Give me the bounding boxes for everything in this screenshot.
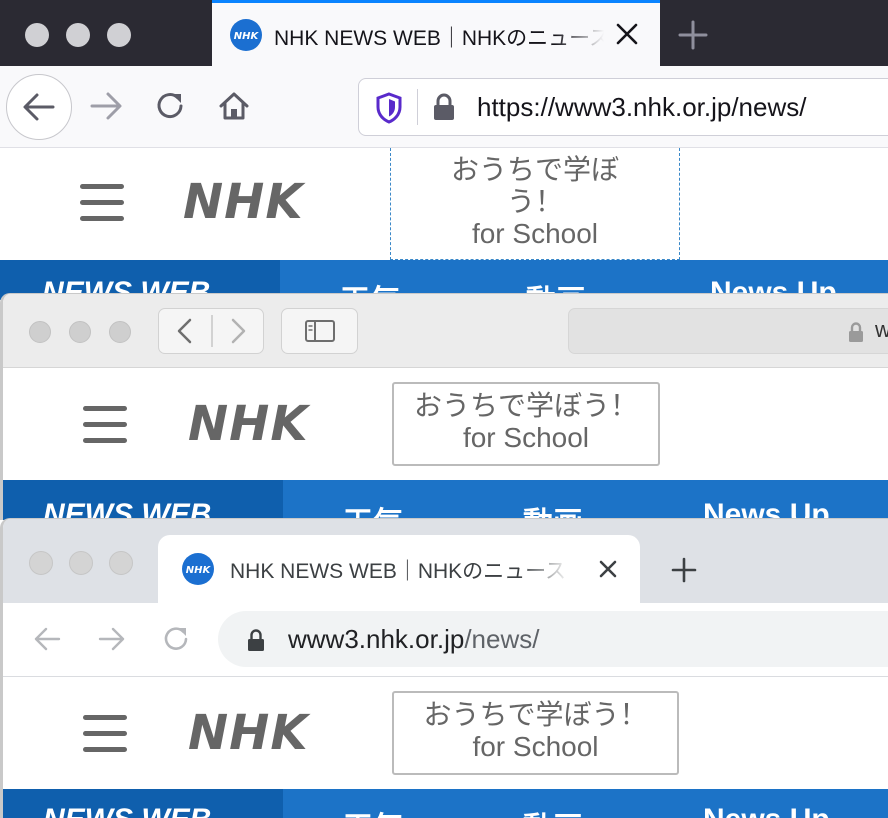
close-window-light[interactable] xyxy=(29,551,53,575)
minimize-window-light[interactable] xyxy=(66,23,90,47)
firefox-tab-bar: NHK NHK NEWS WEB｜NHKのニュース xyxy=(0,0,888,66)
school-link-line2: for School xyxy=(471,218,599,250)
sidebar-icon xyxy=(304,320,335,342)
nav-news-web[interactable]: NEWS WEB xyxy=(43,498,211,520)
chrome-active-tab[interactable]: NHK NHK NEWS WEB｜NHKのニュース xyxy=(158,535,640,605)
chrome-window: NHK NHK NEWS WEB｜NHKのニュース www3.nhk.or.jp… xyxy=(0,518,888,818)
nhk-logo[interactable]: NHK xyxy=(183,174,304,230)
back-button[interactable] xyxy=(6,74,72,140)
reload-button[interactable] xyxy=(154,617,198,661)
close-icon[interactable] xyxy=(594,555,622,583)
nav-news-up[interactable]: News Up xyxy=(703,498,830,520)
zoom-window-light[interactable] xyxy=(107,23,131,47)
sidebar-button[interactable] xyxy=(281,308,358,354)
reload-button[interactable] xyxy=(150,86,190,126)
lock-icon[interactable] xyxy=(431,92,457,122)
url-path: /news/ xyxy=(464,624,540,654)
nhk-page-header: NHK おうちで学ぼう！ for School xyxy=(0,148,888,260)
chrome-omnibox[interactable]: www3.nhk.or.jp/news/ xyxy=(218,611,888,667)
arrow-left-icon xyxy=(23,93,55,121)
for-school-link[interactable]: おうちで学ぼう！ for School xyxy=(392,382,660,466)
url-text: www3.nhk.or.jp/news/ xyxy=(288,624,539,655)
home-icon xyxy=(219,92,249,120)
lock-icon xyxy=(849,322,863,342)
close-icon[interactable] xyxy=(612,19,642,49)
reload-icon xyxy=(164,627,188,650)
nav-news-web[interactable]: NEWS WEB xyxy=(43,803,211,818)
nav-weather[interactable]: 天気 xyxy=(343,803,403,818)
url-bar-separator xyxy=(417,89,418,125)
firefox-navigation-bar: https://www3.nhk.or.jp/news/ xyxy=(0,66,888,148)
zoom-window-light[interactable] xyxy=(109,321,131,343)
school-link-line1: おうちで学ぼう！ xyxy=(450,154,619,218)
back-button[interactable] xyxy=(25,617,69,661)
nav-video[interactable]: 動画 xyxy=(523,803,583,818)
school-link-line2: for School xyxy=(472,731,599,763)
url-text: w xyxy=(875,317,888,343)
chrome-tab-strip: NHK NHK NEWS WEB｜NHKのニュース xyxy=(3,519,888,605)
tab-title: NHK NEWS WEB｜NHKのニュース xyxy=(230,560,567,583)
hamburger-icon[interactable] xyxy=(83,406,127,444)
arrow-right-icon xyxy=(90,92,122,120)
nhk-favicon-icon: NHK xyxy=(230,19,262,51)
url-host: www3.nhk.or.jp xyxy=(288,624,465,654)
shield-icon[interactable] xyxy=(375,92,403,124)
zoom-window-light[interactable] xyxy=(109,551,133,575)
for-school-link[interactable]: おうちで学ぼう！ for School xyxy=(390,148,680,260)
forward-button[interactable] xyxy=(212,309,264,352)
url-text: https://www3.nhk.or.jp/news/ xyxy=(477,92,807,122)
for-school-link[interactable]: おうちで学ぼう！ for School xyxy=(392,691,679,775)
close-window-light[interactable] xyxy=(25,23,49,47)
back-forward-group xyxy=(158,308,264,354)
nhk-page-header: NHK おうちで学ぼう！ for School xyxy=(3,677,888,789)
nav-video[interactable]: 動画 xyxy=(523,498,583,520)
nav-weather[interactable]: 天気 xyxy=(343,498,403,520)
safari-window: w NHK おうちで学ぼう！ for School NEWS WEB 天気 動画… xyxy=(0,293,888,520)
back-button[interactable] xyxy=(159,309,211,352)
chrome-navigation-bar: www3.nhk.or.jp/news/ xyxy=(3,603,888,677)
plus-icon[interactable] xyxy=(667,553,701,587)
firefox-url-bar[interactable]: https://www3.nhk.or.jp/news/ xyxy=(358,78,888,136)
arrow-left-icon xyxy=(34,627,61,651)
school-link-line1: おうちで学ぼう！ xyxy=(413,390,638,421)
school-link-line2: for School xyxy=(462,422,590,454)
nhk-favicon-icon: NHK xyxy=(182,553,214,585)
safari-address-bar[interactable]: w xyxy=(568,308,888,354)
minimize-window-light[interactable] xyxy=(69,551,93,575)
tab-title: NHK NEWS WEB｜NHKのニュース xyxy=(274,27,604,50)
arrow-right-icon xyxy=(98,627,125,651)
nhk-main-nav: NEWS WEB 天気 動画 News Up xyxy=(3,789,888,818)
svg-text:NHK: NHK xyxy=(186,565,212,576)
lock-icon[interactable] xyxy=(246,628,266,652)
chevron-right-icon xyxy=(231,318,246,343)
firefox-active-tab[interactable]: NHK NHK NEWS WEB｜NHKのニュース xyxy=(212,0,660,66)
home-button[interactable] xyxy=(214,86,254,126)
reload-icon xyxy=(157,93,183,119)
chevron-left-icon xyxy=(177,318,192,343)
hamburger-icon[interactable] xyxy=(83,715,127,753)
hamburger-icon[interactable] xyxy=(80,184,124,222)
nhk-logo[interactable]: NHK xyxy=(188,705,309,761)
close-window-light[interactable] xyxy=(29,321,51,343)
svg-text:NHK: NHK xyxy=(234,31,260,42)
school-link-line1: おうちで学ぼう！ xyxy=(423,699,648,730)
minimize-window-light[interactable] xyxy=(69,321,91,343)
forward-button[interactable] xyxy=(86,86,126,126)
forward-button[interactable] xyxy=(90,617,134,661)
nhk-main-nav: NEWS WEB 天気 動画 News Up xyxy=(3,480,888,520)
nhk-page-header: NHK おうちで学ぼう！ for School xyxy=(3,368,888,480)
firefox-window: NHK NHK NEWS WEB｜NHKのニュース https://www3.n… xyxy=(0,0,888,300)
plus-icon[interactable] xyxy=(676,18,710,52)
nhk-logo[interactable]: NHK xyxy=(188,396,309,452)
safari-toolbar: w xyxy=(3,294,888,368)
nav-news-up[interactable]: News Up xyxy=(703,803,830,818)
